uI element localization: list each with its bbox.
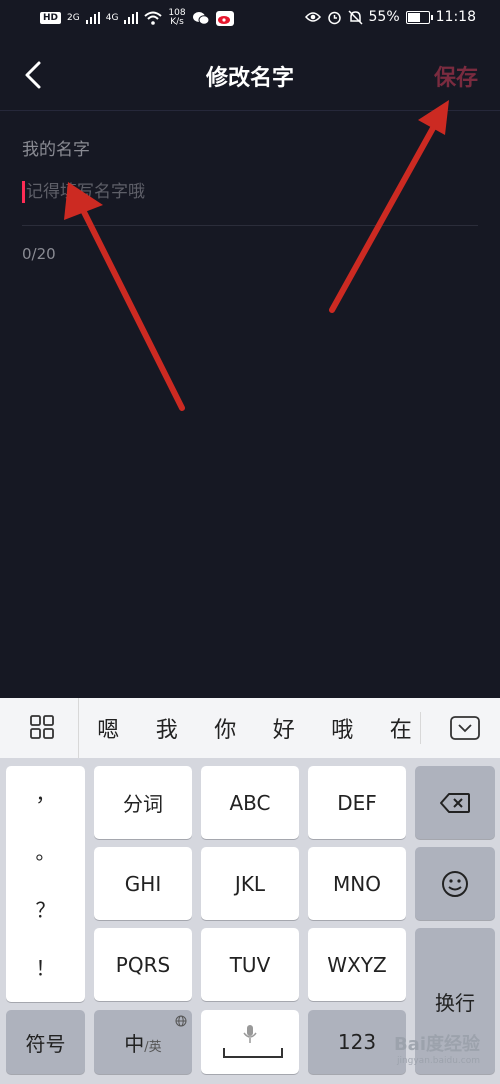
candidate-word[interactable]: 好 [255,712,314,744]
candidate-word[interactable]: 你 [196,712,255,744]
microphone-icon [243,1025,257,1043]
candidate-word[interactable]: 在 [372,712,431,744]
key-ghi[interactable]: GHI [94,847,192,920]
name-input[interactable] [22,174,478,210]
watermark-text: Bai度经验 [393,1034,480,1055]
hd-badge: HD [40,12,62,24]
punct-key-comma[interactable]: ， [6,778,85,807]
collapse-keyboard-icon[interactable] [450,716,480,740]
net-speed-unit: K/s [170,17,184,27]
status-left: HD 2G 4G 108 K/s [40,9,234,27]
globe-icon [175,1015,187,1027]
baidu-watermark: Bai度经验 jingyan.baidu.com [394,1030,480,1066]
language-toggle-key[interactable]: 中/英 [94,1010,192,1074]
candidate-divider [420,712,421,744]
ime-keyboard: 嗯 我 你 好 哦 在 ， 。 ？ ！ 分词 ABC DEF GHI JKL M… [0,698,500,1084]
candidate-word[interactable]: 哦 [313,712,372,744]
text-cursor [22,181,25,203]
page-title: 修改名字 [205,66,294,91]
save-button[interactable]: 保存 [434,60,478,92]
signal-icon [124,12,139,24]
network-2g-label: 2G [67,12,80,23]
key-jkl[interactable]: JKL [201,847,299,920]
punct-key-question[interactable]: ？ [6,894,85,923]
app-header: 修改名字 保存 [0,38,500,111]
key-def[interactable]: DEF [308,766,406,839]
status-right: 55% 11:18 [304,9,476,25]
key-tuv[interactable]: TUV [201,928,299,1001]
wechat-icon [192,11,210,25]
annotation-arrow-input [64,182,185,411]
weibo-icon [215,10,234,26]
candidate-word[interactable]: 我 [138,712,197,744]
backspace-icon [440,792,470,813]
network-4g-label: 4G [105,12,119,23]
wifi-icon [144,11,163,25]
candidate-list: 嗯 我 你 好 哦 在 [78,698,430,758]
battery-fill [407,12,420,22]
battery-icon [405,10,433,24]
emoji-key[interactable] [415,847,495,920]
key-mno[interactable]: MNO [308,847,406,920]
char-counter: 0/20 [22,245,56,263]
clock: 11:18 [435,9,476,25]
battery-percent: 55% [368,9,400,25]
punct-key-period[interactable]: 。 [6,836,85,865]
symbol-key[interactable]: 符号 [6,1010,85,1074]
lang-zh-label: 中 [124,1031,145,1056]
space-bar-glyph [223,1048,283,1058]
net-speed: 108 K/s [168,9,185,27]
key-wxyz[interactable]: WXYZ [308,928,406,1001]
punctuation-column[interactable]: ， 。 ？ ！ [6,766,85,1002]
watermark-url: jingyan.baidu.com [396,1056,480,1066]
candidate-word[interactable]: 嗯 [79,712,138,744]
input-underline [22,225,478,226]
emoji-icon [442,870,468,897]
status-bar: HD 2G 4G 108 K/s 55% 11:18 [0,0,500,38]
lang-en-label: /英 [144,1039,162,1055]
alarm-icon [327,11,341,24]
key-abc[interactable]: ABC [201,766,299,839]
candidate-bar: 嗯 我 你 好 哦 在 [0,698,500,758]
signal-icon [85,12,100,24]
punct-key-exclaim[interactable]: ！ [6,952,85,981]
name-field-label: 我的名字 [22,140,90,160]
menu-grid-icon[interactable] [30,715,54,739]
number-key[interactable]: 123 [308,1010,406,1074]
backspace-key[interactable] [415,766,495,839]
mute-bell-icon [347,9,363,25]
key-pqrs[interactable]: PQRS [94,928,192,1001]
space-key[interactable] [201,1010,299,1074]
key-fenci[interactable]: 分词 [94,766,192,839]
eye-icon [304,12,321,22]
